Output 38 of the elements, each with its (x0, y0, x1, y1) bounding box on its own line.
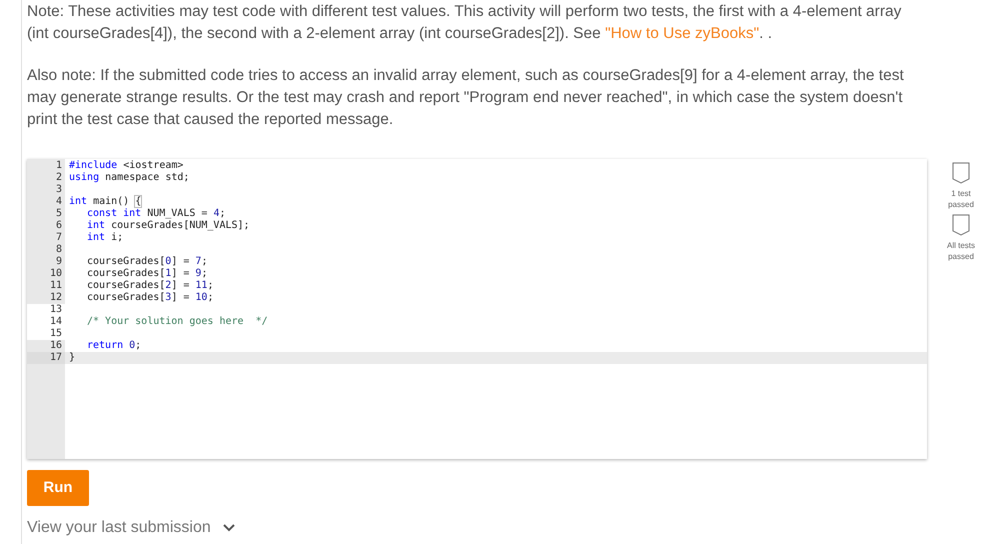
line-number: 4 (56, 196, 62, 208)
code-line: #include <iostream> (69, 160, 184, 171)
instruction-paragraph: Also note: If the submitted code tries to access an invalid array element, such as courseGrades[9] for a 4-element array, the test may generate strange results. Or the test may crash and report "Program end never reached", in which case the system doesn't print the test case that caused the reported message. (27, 66, 905, 130)
help-link[interactable]: "How to Use zyBooks" (605, 25, 760, 42)
line-number: 3 (56, 184, 62, 196)
line-number: 2 (56, 172, 62, 184)
line-number: 16 (50, 340, 62, 352)
code-line: } (69, 352, 76, 363)
line-number: 13 (50, 304, 62, 316)
line-number: 7 (56, 232, 62, 244)
run-button[interactable]: Run (27, 470, 89, 506)
code-line: /* Your solution goes here */ (87, 316, 268, 327)
code-line: int i; (87, 232, 124, 243)
code-line: return 0; (87, 340, 142, 351)
code-line: int courseGrades[NUM_VALS]; (87, 220, 250, 231)
line-number: 6 (56, 220, 62, 232)
code-line: using namespace std; (69, 172, 190, 183)
test-status-label: 1 test passed (947, 188, 975, 210)
line-number: 12 (50, 292, 62, 304)
line-number: 15 (50, 328, 62, 340)
last-submission-toggle[interactable]: View your last submission (27, 518, 211, 538)
line-number: 8 (56, 244, 62, 256)
code-line: const int NUM_VALS = 4; (87, 208, 226, 219)
line-number: 10 (50, 268, 62, 280)
line-number: 17 (50, 352, 62, 364)
line-number: 11 (50, 280, 62, 292)
test-status-label: All tests passed (946, 240, 976, 262)
line-number: 14 (50, 316, 62, 328)
code-line: courseGrades[2] = 11; (87, 280, 214, 291)
line-number: 1 (56, 160, 62, 172)
code-line: courseGrades[1] = 9; (87, 268, 208, 279)
code-line: int main() { (69, 196, 142, 207)
chevron-down-icon[interactable] (222, 524, 235, 532)
line-number: 5 (56, 208, 62, 220)
instruction-paragraph: Note: These activities may test code with different test values. This activity will perform two tests, the first with a 4-element array (int courseGrades[4]), the second with a 2-element array (int courseGrades[2]). See "How to Use zyBooks". . (27, 2, 902, 44)
code-line: courseGrades[3] = 10; (87, 292, 214, 303)
line-number: 9 (56, 256, 62, 268)
code-line: courseGrades[0] = 7; (87, 256, 208, 267)
